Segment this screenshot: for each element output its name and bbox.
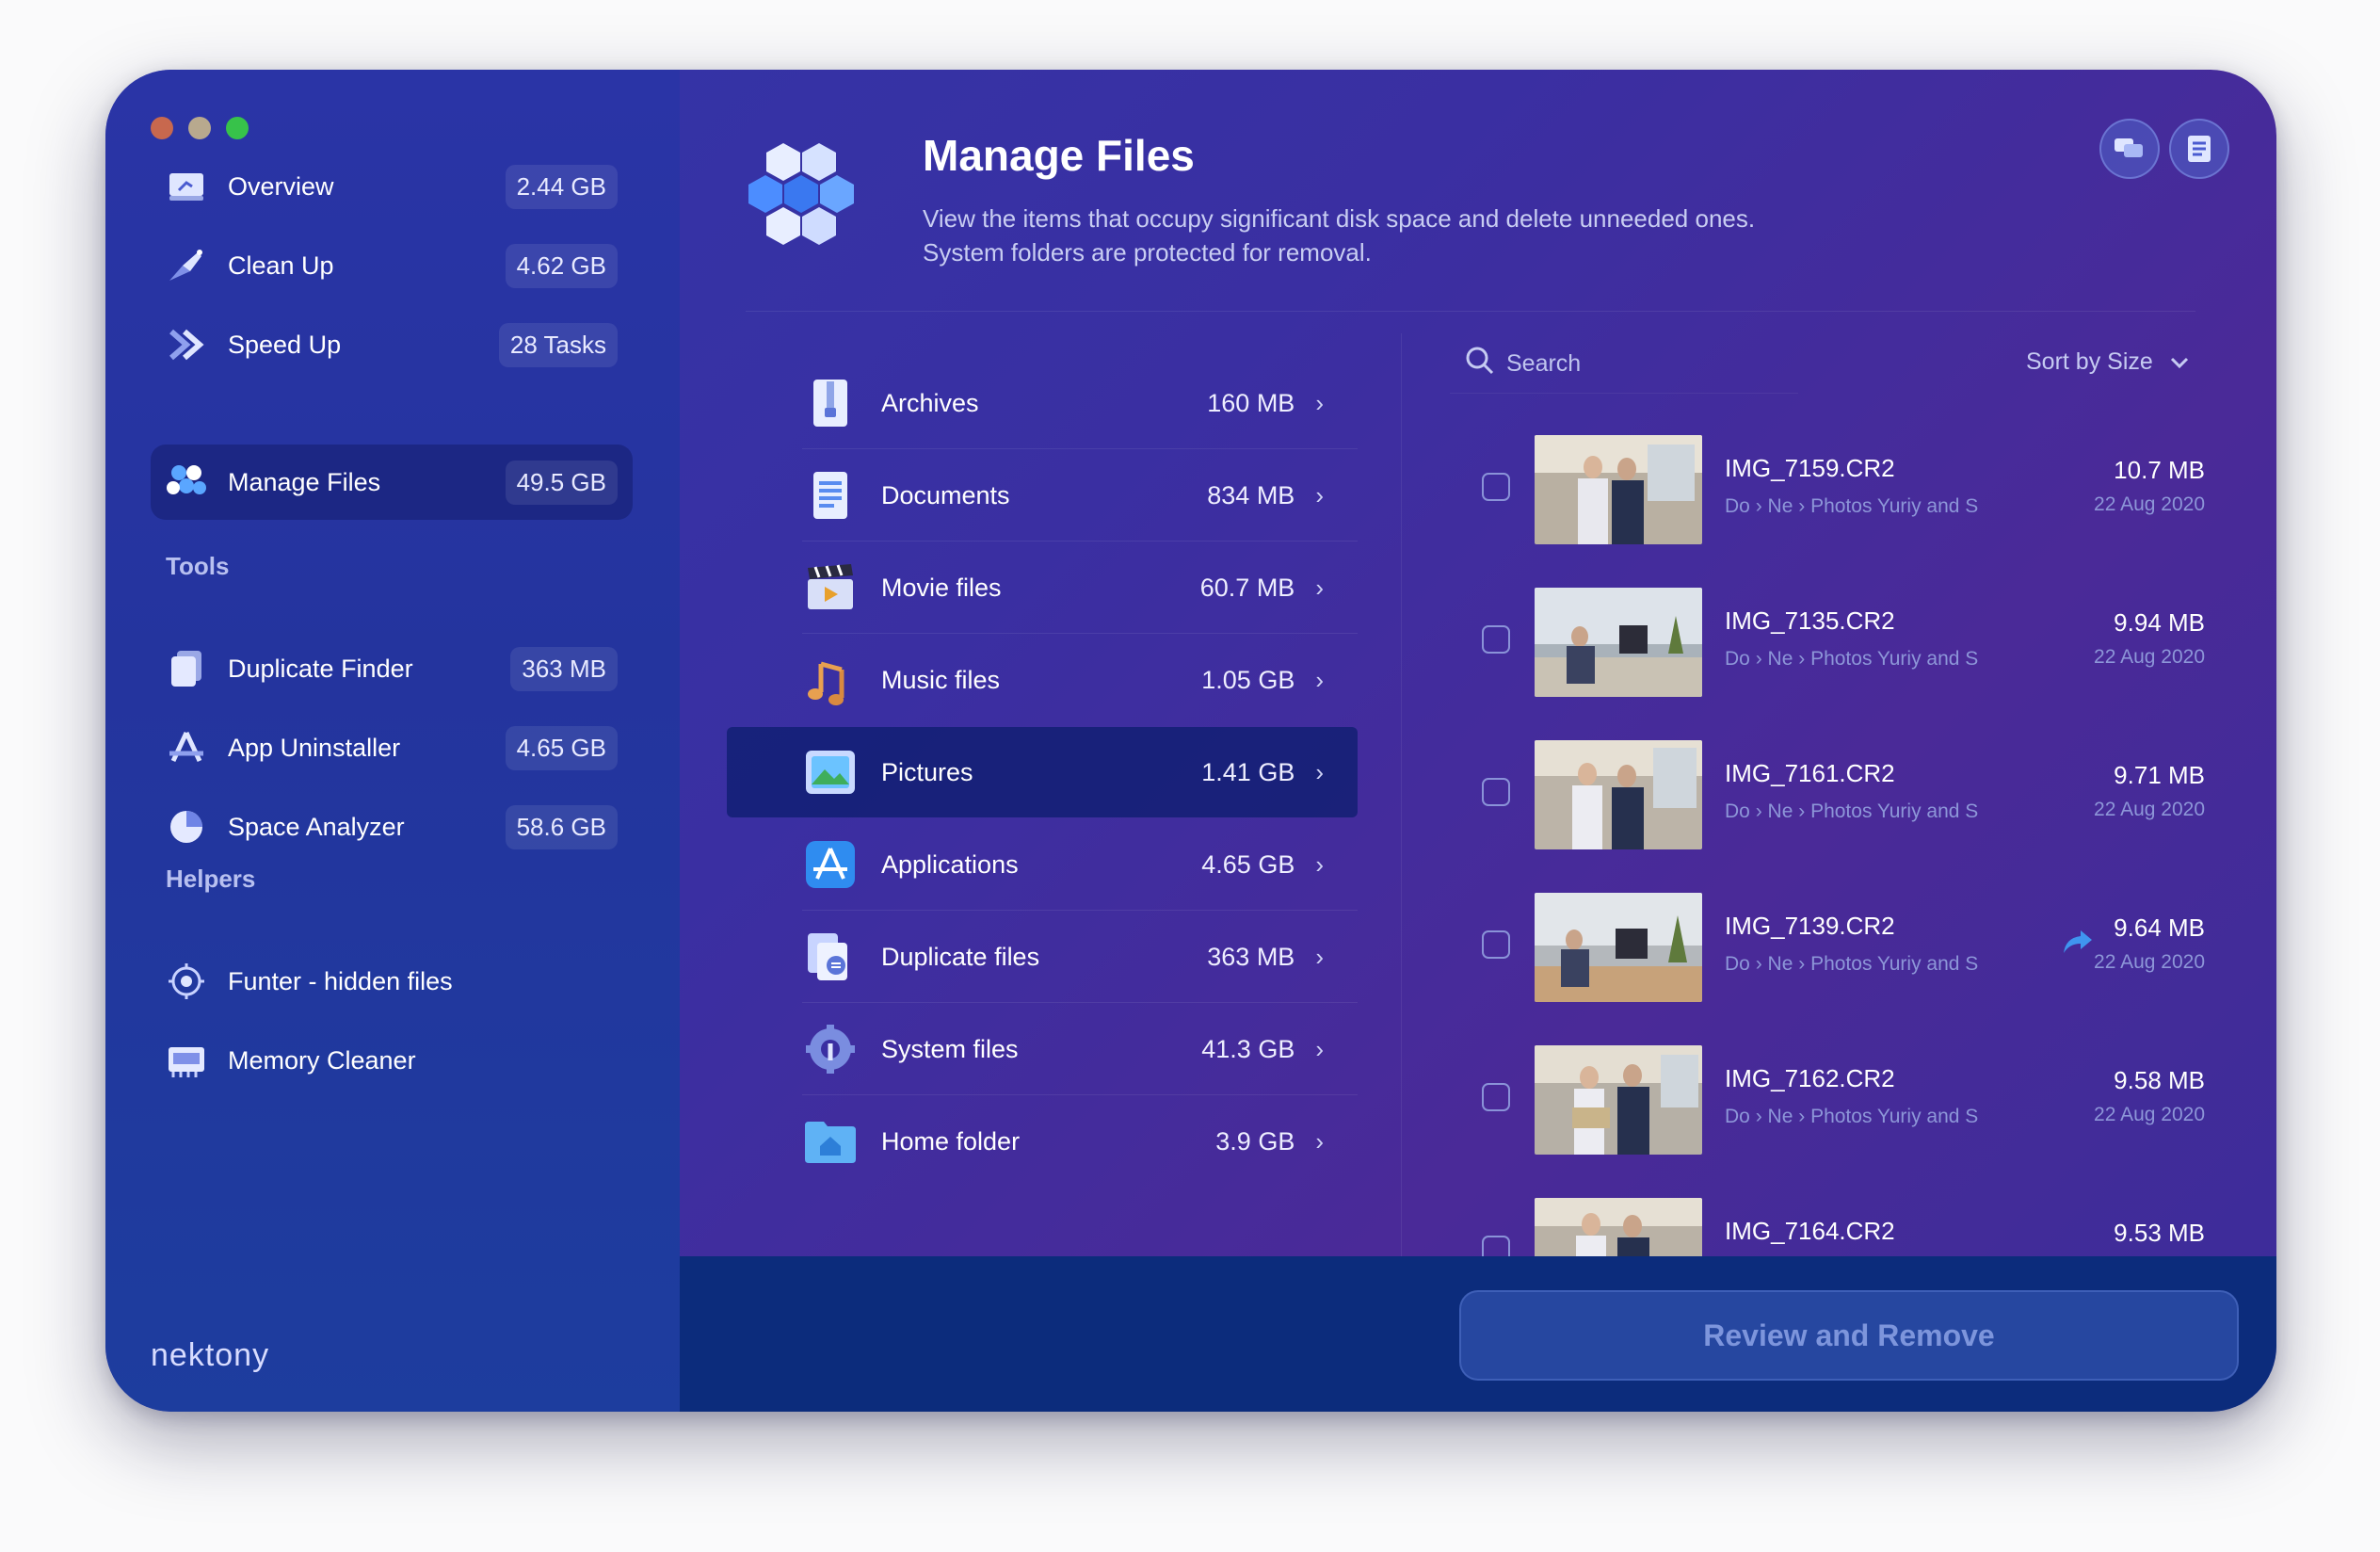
photo-thumbnail (1535, 435, 1702, 544)
file-row[interactable]: IMG_7162.CR2 Do › Ne › Photos Yuriy and … (1461, 1045, 2205, 1168)
file-date: 22 Aug 2020 (2094, 646, 2205, 668)
file-name: IMG_7135.CR2 (1725, 606, 1895, 635)
file-date: 22 Aug 2020 (2094, 799, 2205, 820)
path-segment: Photos Yuriy and S (1810, 1106, 1979, 1127)
file-size: 10.7 MB (2114, 456, 2205, 484)
path-segment: Ne (1767, 1106, 1793, 1127)
path-segment: Photos Yuriy and S (1810, 648, 1979, 670)
file-row[interactable]: IMG_7161.CR2 Do › Ne › Photos Yuriy and … (1461, 740, 2205, 863)
file-date: 22 Aug 2020 (2094, 493, 2205, 515)
file-checkbox[interactable] (1482, 473, 1510, 501)
file-checkbox[interactable] (1482, 778, 1510, 806)
path-segment: Ne (1767, 648, 1793, 670)
path-segment: Do (1725, 648, 1750, 670)
file-date: 22 Aug 2020 (2094, 1104, 2205, 1125)
app-window: Overview 2.44 GB Clean Up 4.62 GB Speed … (105, 70, 2276, 1412)
brand-logo: nektony (151, 1337, 270, 1373)
file-path: Do › Ne › Photos Yuriy and S (1725, 800, 1979, 822)
file-date: 22 Aug 2020 (2094, 951, 2205, 973)
path-segment: Photos Yuriy and S (1810, 800, 1979, 822)
file-path: Do › Ne › Photos Yuriy and S (1725, 495, 1979, 517)
file-checkbox[interactable] (1482, 930, 1510, 959)
photo-thumbnail (1535, 1198, 1702, 1256)
file-checkbox[interactable] (1482, 1236, 1510, 1256)
file-checkbox[interactable] (1482, 625, 1510, 654)
photo-thumbnail (1535, 893, 1702, 1002)
file-size: 9.71 MB (2114, 761, 2205, 789)
file-row[interactable]: IMG_7164.CR2 9.53 MB (1461, 1198, 2205, 1256)
path-segment: Do (1725, 495, 1750, 517)
file-size: 9.58 MB (2114, 1066, 2205, 1094)
file-row[interactable]: IMG_7135.CR2 Do › Ne › Photos Yuriy and … (1461, 588, 2205, 710)
path-segment: Ne (1767, 953, 1793, 975)
path-segment: Do (1725, 1106, 1750, 1127)
file-size: 9.94 MB (2114, 608, 2205, 637)
path-segment: Do (1725, 800, 1750, 822)
path-segment: Photos Yuriy and S (1810, 495, 1979, 517)
file-checkbox[interactable] (1482, 1083, 1510, 1111)
share-arrow-icon[interactable] (2062, 929, 2094, 960)
file-name: IMG_7162.CR2 (1725, 1064, 1895, 1092)
file-name: IMG_7139.CR2 (1725, 912, 1895, 940)
file-name: IMG_7164.CR2 (1725, 1217, 1895, 1245)
file-row[interactable]: IMG_7139.CR2 Do › Ne › Photos Yuriy and … (1461, 893, 2205, 1015)
file-path: Do › Ne › Photos Yuriy and S (1725, 648, 1979, 670)
review-and-remove-button[interactable]: Review and Remove (1459, 1290, 2239, 1381)
file-row[interactable]: IMG_7159.CR2 Do › Ne › Photos Yuriy and … (1461, 435, 2205, 558)
file-path: Do › Ne › Photos Yuriy and S (1725, 1106, 1979, 1127)
file-name: IMG_7159.CR2 (1725, 454, 1895, 482)
file-size: 9.53 MB (2114, 1219, 2205, 1247)
file-size: 9.64 MB (2114, 913, 2205, 942)
path-segment: Do (1725, 953, 1750, 975)
photo-thumbnail (1535, 588, 1702, 697)
file-path: Do › Ne › Photos Yuriy and S (1725, 953, 1979, 975)
path-segment: Photos Yuriy and S (1810, 953, 1979, 975)
photo-thumbnail (1535, 1045, 1702, 1155)
path-segment: Ne (1767, 800, 1793, 822)
photo-thumbnail (1535, 740, 1702, 849)
file-list: IMG_7159.CR2 Do › Ne › Photos Yuriy and … (105, 70, 2276, 1256)
path-segment: Ne (1767, 495, 1793, 517)
file-name: IMG_7161.CR2 (1725, 759, 1895, 787)
